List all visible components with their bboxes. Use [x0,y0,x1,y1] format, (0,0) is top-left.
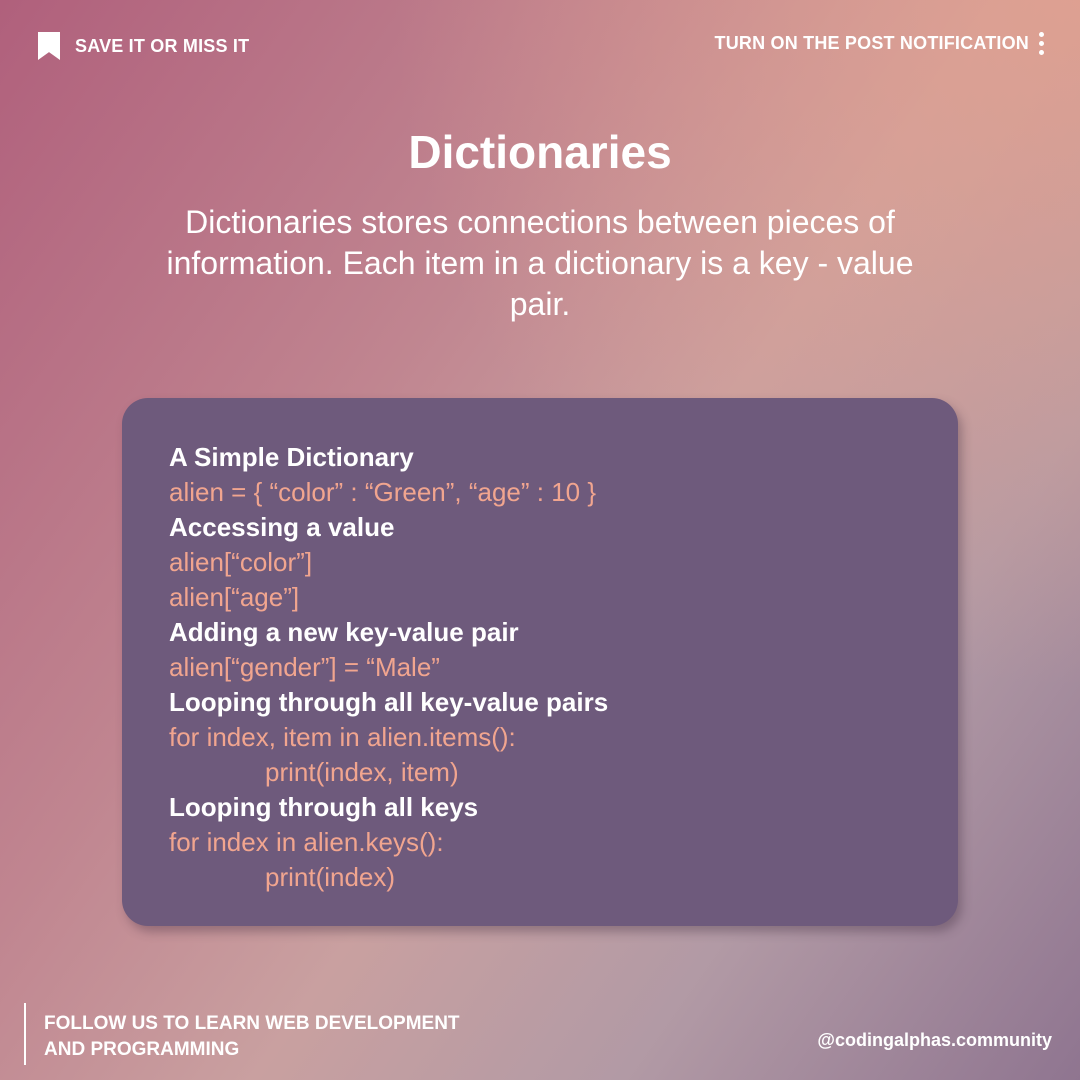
code-line: for index, item in alien.items(): [169,722,516,752]
save-reminder: SAVE IT OR MISS IT [38,32,249,60]
notification-reminder: TURN ON THE POST NOTIFICATION [715,32,1044,55]
follow-cta-line-1: FOLLOW US TO LEARN WEB DEVELOPMENT [44,1013,460,1034]
code-line: alien = { “color” : “Green”, “age” : 10 … [169,477,597,507]
code-line: for index in alien.keys(): [169,827,444,857]
code-line: alien[“color”] [169,547,313,577]
section-heading: A Simple Dictionary [169,442,414,472]
code-line-indented: print(index, item) [265,757,459,787]
notification-reminder-label: TURN ON THE POST NOTIFICATION [714,33,1029,53]
code-line-indented: print(index) [265,862,396,892]
section-heading: Looping through all keys [169,792,479,822]
account-handle[interactable]: @codingalphas.community [817,1030,1052,1051]
page-title: Dictionaries [408,126,672,178]
bookmark-icon [38,32,60,60]
footer-divider [24,1003,26,1065]
section-heading: Adding a new key-value pair [169,617,519,647]
follow-cta: FOLLOW US TO LEARN WEB DEVELOPMENT AND P… [44,1011,460,1063]
page-description: Dictionaries stores connections between … [166,204,914,322]
code-card: A Simple Dictionary alien = { “color” : … [122,398,958,926]
code-line: alien[“gender”] = “Male” [169,652,440,682]
kebab-menu-icon[interactable] [1039,32,1044,55]
section-heading: Accessing a value [169,512,395,542]
code-block: A Simple Dictionary alien = { “color” : … [169,440,608,895]
code-line: alien[“age”] [169,582,300,612]
follow-cta-line-2: AND PROGRAMMING [44,1039,240,1060]
section-heading: Looping through all key-value pairs [169,687,609,717]
save-reminder-label: SAVE IT OR MISS IT [75,35,250,56]
